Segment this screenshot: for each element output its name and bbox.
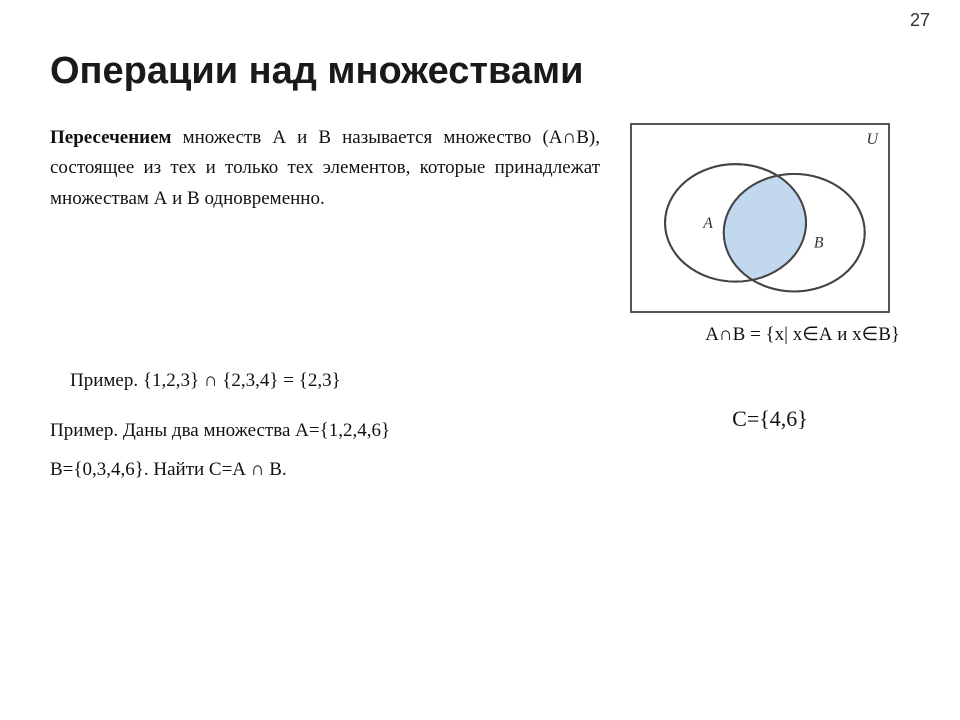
- diagram-area: U: [630, 123, 910, 346]
- u-label: U: [866, 131, 878, 149]
- examples-left: Пример. {1,2,3} ∩ {2,3,4} = {2,3} Пример…: [50, 366, 600, 493]
- examples-right: С={4,6}: [630, 366, 910, 493]
- page: 27 Операции над множествами Пересечением…: [0, 0, 960, 720]
- intersection-formula: А∩В = {x| x∈А и x∈В}: [705, 324, 900, 345]
- page-title: Операции над множествами: [50, 50, 910, 93]
- content-area: Пересечением множеств А и В называется м…: [50, 123, 910, 346]
- example2-line2: В={0,3,4,6}. Найти С=А ∩ В.: [50, 455, 600, 485]
- formula-area: А∩В = {x| x∈А и x∈В}: [630, 323, 910, 346]
- venn-container: U: [630, 123, 890, 313]
- venn-diagram: A B: [632, 125, 888, 311]
- page-number: 27: [910, 10, 930, 31]
- definition-text: Пересечением множеств А и В называется м…: [50, 123, 600, 346]
- result-label: С={4,6}: [630, 406, 910, 432]
- example1: Пример. {1,2,3} ∩ {2,3,4} = {2,3}: [50, 366, 600, 396]
- definition-bold: Пересечением: [50, 127, 172, 148]
- b-label: B: [814, 234, 824, 251]
- example2-block: Пример. Даны два множества А={1,2,4,6} В…: [50, 416, 600, 485]
- examples-section: Пример. {1,2,3} ∩ {2,3,4} = {2,3} Пример…: [50, 366, 910, 493]
- a-label: A: [702, 215, 713, 232]
- example2-line1: Пример. Даны два множества А={1,2,4,6}: [50, 416, 600, 446]
